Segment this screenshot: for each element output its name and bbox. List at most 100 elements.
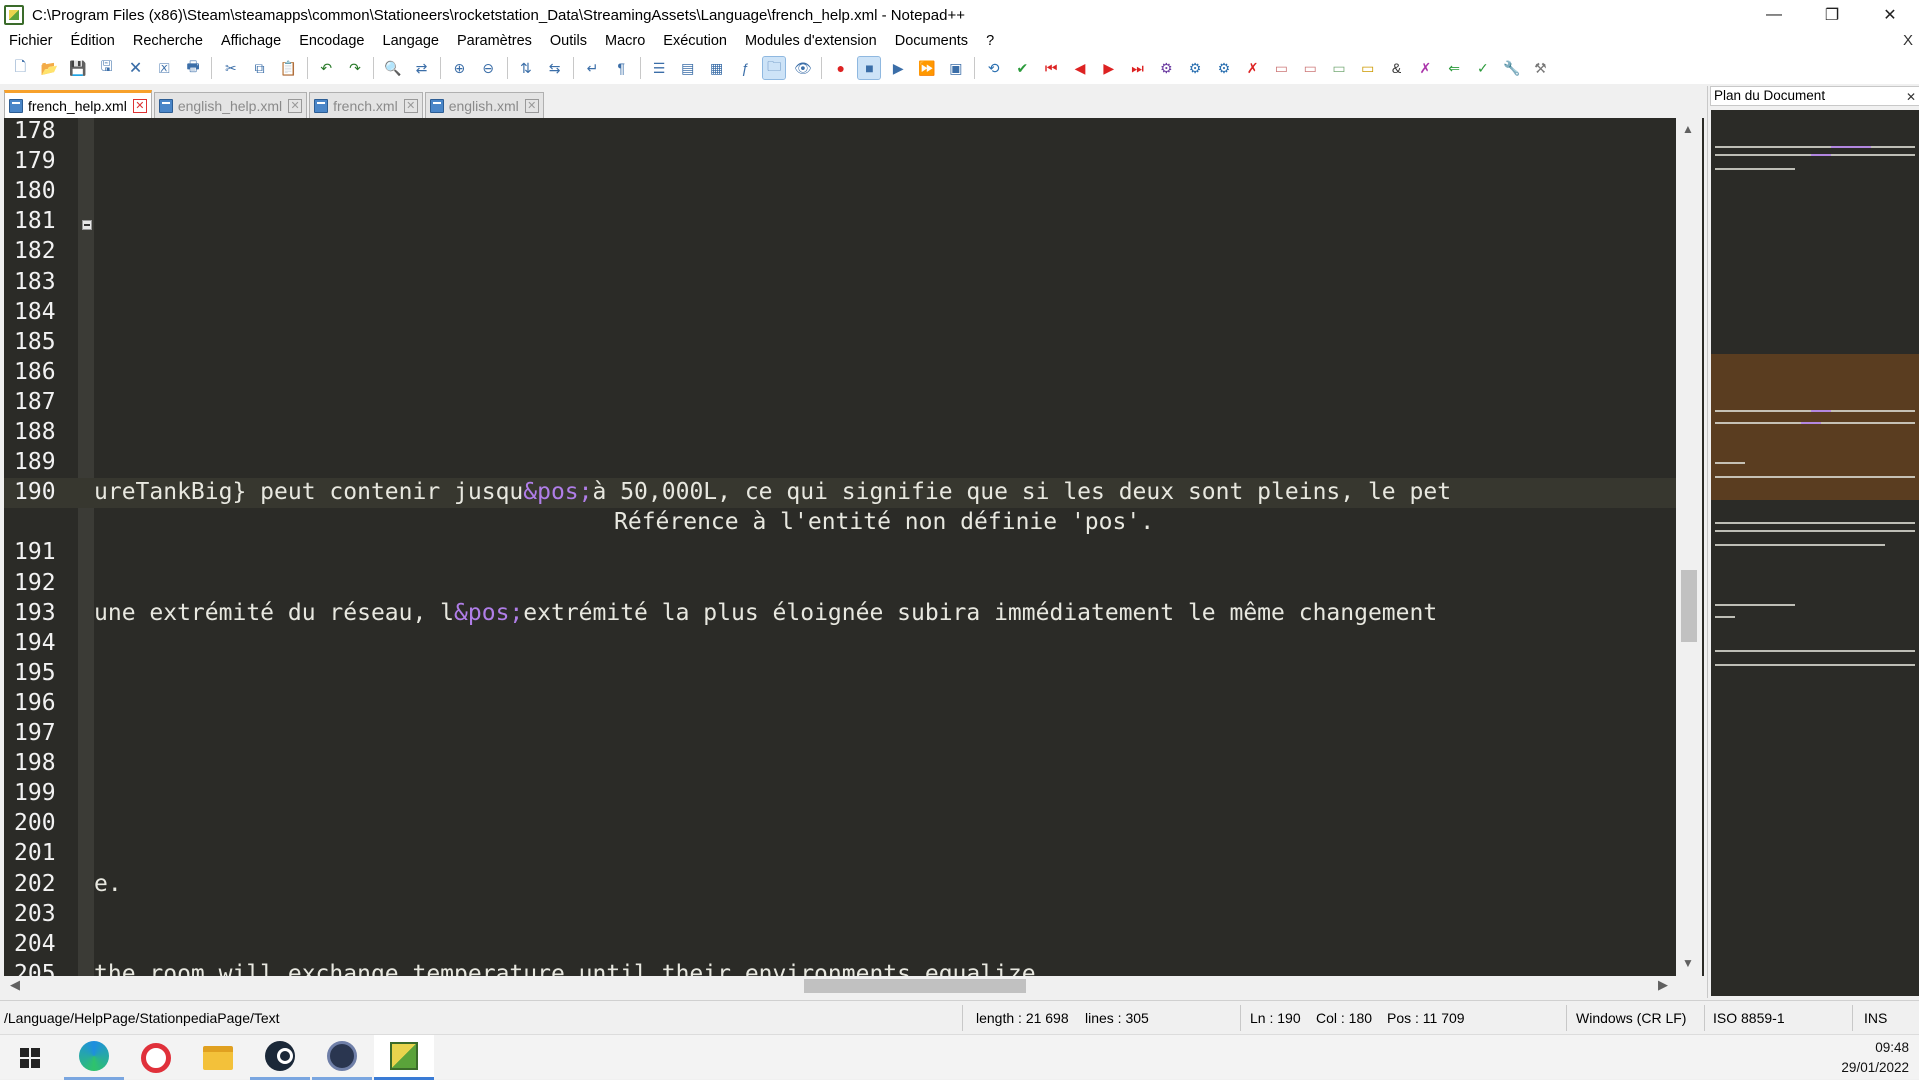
editor-line[interactable]: 204: [4, 929, 1676, 959]
editor[interactable]: 178 179 180 181 182 183 184 185 186 187 188 189 190 u…: [4, 118, 1704, 976]
tab-french-xml[interactable]: french.xml ✕: [309, 92, 423, 118]
menu-macro[interactable]: Macro: [596, 33, 654, 49]
plugin-16-icon[interactable]: ✗: [1414, 57, 1436, 79]
monitoring-icon[interactable]: 👁: [792, 57, 814, 79]
plugin-20-icon[interactable]: ⚒: [1529, 57, 1551, 79]
plugin-13-icon[interactable]: ▭: [1328, 57, 1350, 79]
horizontal-scroll-thumb[interactable]: [804, 979, 1026, 993]
zoom-in-icon[interactable]: ⊕: [448, 57, 470, 79]
menu-ex-cution[interactable]: Exécution: [654, 33, 736, 49]
vertical-scrollbar[interactable]: ▲ ▼: [1676, 118, 1702, 976]
editor-line[interactable]: 194: [4, 628, 1676, 658]
editor-line[interactable]: Référence à l'entité non définie 'pos'.: [4, 507, 1676, 537]
save-icon[interactable]: 💾: [67, 57, 89, 79]
show-all-chars-icon[interactable]: ¶: [610, 57, 632, 79]
tab-french_help-xml[interactable]: french_help.xml ✕: [4, 90, 152, 118]
editor-line[interactable]: 180: [4, 176, 1676, 206]
editor-line[interactable]: 185: [4, 327, 1676, 357]
editor-line[interactable]: 198: [4, 748, 1676, 778]
status-insert-mode[interactable]: INS: [1864, 1010, 1887, 1026]
paste-icon[interactable]: 📋: [277, 57, 299, 79]
folder-workspace-icon[interactable]: 🗀: [762, 56, 787, 80]
editor-line[interactable]: 186: [4, 357, 1676, 387]
scroll-left-icon[interactable]: ◀: [10, 977, 20, 993]
plugin-6-icon[interactable]: ⏭: [1127, 57, 1149, 79]
plugin-11-icon[interactable]: ▭: [1270, 57, 1292, 79]
tab-english-xml[interactable]: english.xml ✕: [424, 92, 544, 118]
plugin-18-icon[interactable]: ✓: [1472, 57, 1494, 79]
taskbar-opera[interactable]: [126, 1035, 186, 1080]
taskbar-edge[interactable]: [64, 1035, 124, 1080]
editor-line[interactable]: 190 ureTankBig} peut contenir jusqu&pos;à…: [4, 477, 1676, 507]
editor-line[interactable]: 187: [4, 387, 1676, 417]
editor-line[interactable]: 179: [4, 146, 1676, 176]
taskbar-stationeers[interactable]: [312, 1035, 372, 1080]
plugin-3-icon[interactable]: ⏮: [1040, 57, 1062, 79]
stop-macro-icon[interactable]: ■: [857, 56, 882, 80]
editor-line[interactable]: 191: [4, 537, 1676, 567]
open-file-icon[interactable]: 📂: [38, 57, 60, 79]
save-macro-icon[interactable]: ▣: [945, 57, 967, 79]
document-map-viewport[interactable]: [1711, 354, 1919, 500]
save-all-icon[interactable]: 🖫: [96, 57, 118, 79]
word-wrap-icon[interactable]: ↵: [581, 57, 603, 79]
status-encoding[interactable]: ISO 8859-1: [1713, 1010, 1785, 1026]
menu-fichier[interactable]: Fichier: [0, 33, 62, 49]
scroll-down-icon[interactable]: ▼: [1682, 956, 1694, 970]
record-macro-icon[interactable]: ●: [830, 57, 852, 79]
plugin-12-icon[interactable]: ▭: [1299, 57, 1321, 79]
notepad-plus-plus-icon[interactable]: [4, 5, 24, 25]
editor-line[interactable]: 203: [4, 899, 1676, 929]
plugin-17-icon[interactable]: ⇐: [1443, 57, 1465, 79]
print-icon[interactable]: 🖶: [182, 57, 204, 79]
editor-line[interactable]: 205 the room will exchange temperature un…: [4, 959, 1676, 976]
sync-vertical-icon[interactable]: ⇅: [515, 57, 537, 79]
plugin-9-icon[interactable]: ⚙: [1213, 57, 1235, 79]
plugin-1-icon[interactable]: ⟲: [983, 57, 1005, 79]
plugin-8-icon[interactable]: ⚙: [1184, 57, 1206, 79]
taskbar-notepad-plus-plus[interactable]: [374, 1035, 434, 1080]
close-window-button[interactable]: ✕: [1861, 0, 1919, 30]
editor-line[interactable]: 183: [4, 267, 1676, 297]
copy-icon[interactable]: ⧉: [249, 57, 271, 79]
redo-icon[interactable]: ↷: [344, 57, 366, 79]
undo-icon[interactable]: ↶: [315, 57, 337, 79]
status-eol[interactable]: Windows (CR LF): [1576, 1010, 1686, 1026]
tab-english_help-xml[interactable]: english_help.xml ✕: [153, 92, 308, 118]
editor-line[interactable]: 200: [4, 808, 1676, 838]
replace-icon[interactable]: ⇄: [411, 57, 433, 79]
editor-line[interactable]: 181: [4, 206, 1676, 236]
editor-line[interactable]: 202 e.: [4, 869, 1676, 899]
document-map-preview[interactable]: [1711, 110, 1919, 996]
menu-affichage[interactable]: Affichage: [212, 33, 290, 49]
menu-langage[interactable]: Langage: [374, 33, 448, 49]
editor-line[interactable]: 178: [4, 118, 1676, 146]
zoom-out-icon[interactable]: ⊖: [477, 57, 499, 79]
document-map-close-button[interactable]: ✕: [1906, 88, 1916, 106]
indent-guide-icon[interactable]: ☰: [648, 57, 670, 79]
plugin-7-icon[interactable]: ⚙: [1155, 57, 1177, 79]
doc-map-icon[interactable]: ▦: [706, 57, 728, 79]
start-button[interactable]: [0, 1035, 60, 1080]
maximize-button[interactable]: ❐: [1803, 0, 1861, 30]
editor-line[interactable]: 201: [4, 838, 1676, 868]
vertical-scroll-thumb[interactable]: [1681, 570, 1697, 642]
menu-param-tres[interactable]: Paramètres: [448, 33, 541, 49]
plugin-2-icon[interactable]: ✔: [1011, 57, 1033, 79]
new-file-icon[interactable]: 🗋: [9, 57, 31, 79]
plugin-4-icon[interactable]: ◀: [1069, 57, 1091, 79]
function-list-icon[interactable]: ƒ: [734, 57, 756, 79]
tab-close-icon[interactable]: ✕: [524, 98, 539, 113]
taskbar-steam[interactable]: [250, 1035, 310, 1080]
plugin-15-icon[interactable]: &: [1386, 57, 1408, 79]
plugin-10-icon[interactable]: ✗: [1242, 57, 1264, 79]
close-document-button[interactable]: X: [1903, 32, 1913, 49]
menu-encodage[interactable]: Encodage: [290, 33, 373, 49]
close-all-icon[interactable]: 🗵: [153, 57, 175, 79]
editor-line[interactable]: 184: [4, 297, 1676, 327]
tab-close-icon[interactable]: ✕: [288, 98, 303, 113]
scroll-up-icon[interactable]: ▲: [1682, 122, 1694, 136]
plugin-14-icon[interactable]: ▭: [1357, 57, 1379, 79]
menu-recherche[interactable]: Recherche: [124, 33, 212, 49]
tab-close-icon[interactable]: ✕: [403, 98, 418, 113]
